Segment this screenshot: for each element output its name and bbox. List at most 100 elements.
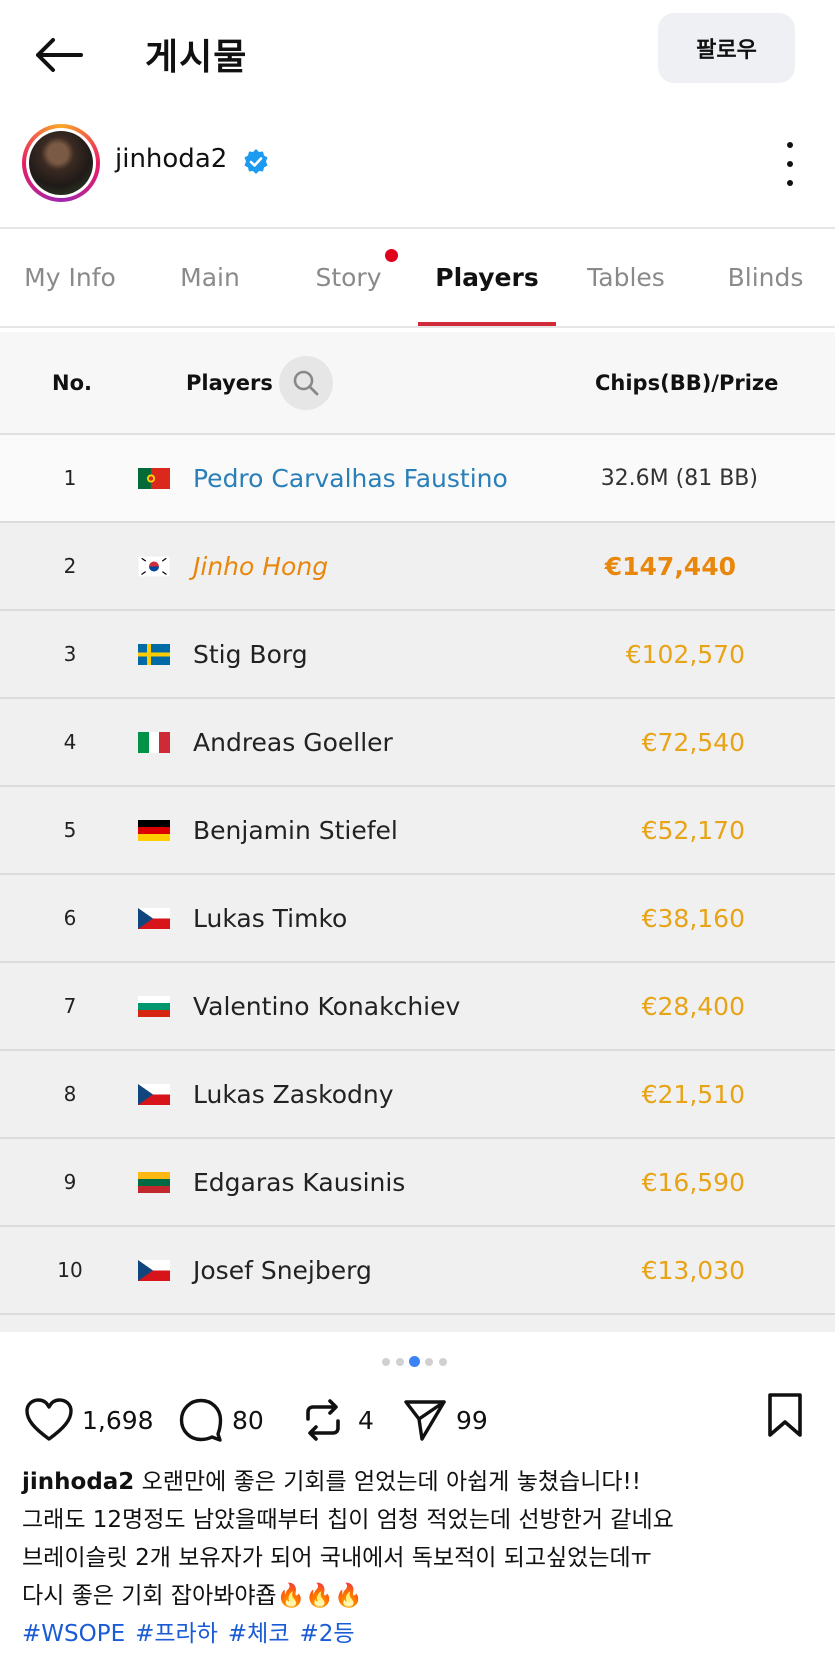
hashtag-link[interactable]: #WSOPE: [22, 1621, 125, 1647]
table-row[interactable]: 2 Jinho Hong €147,440: [0, 523, 835, 611]
row-rank: 4: [63, 730, 77, 754]
search-button[interactable]: [279, 356, 333, 410]
repost-count: 4: [358, 1405, 374, 1435]
table-row[interactable]: 1 Pedro Carvalhas Faustino 32.6M (81 BB): [0, 435, 835, 523]
lithuania-flag-icon: [138, 1172, 170, 1193]
post-caption: jinhoda2 오랜만에 좋은 기회를 얻었는데 아쉽게 놓쳤습니다!! 그래…: [22, 1463, 822, 1653]
row-rank: 2: [63, 554, 77, 578]
bookmark-icon[interactable]: [765, 1392, 805, 1438]
caption-line: jinhoda2 오랜만에 좋은 기회를 얻었는데 아쉽게 놓쳤습니다!!: [22, 1463, 822, 1501]
caption-text: 오랜만에 좋은 기회를 얻었는데 아쉽게 놓쳤습니다!!: [141, 1469, 641, 1495]
repost-icon: [306, 1399, 340, 1441]
hashtag-link[interactable]: #2등: [299, 1621, 354, 1647]
row-rank: 6: [63, 906, 77, 930]
like-button[interactable]: 1,698: [24, 1390, 154, 1450]
post-actions: 1,698 80 4 99: [0, 1390, 835, 1450]
row-rank: 8: [63, 1082, 77, 1106]
row-rank: 1: [63, 466, 77, 490]
notification-dot: [385, 249, 398, 262]
arrow-left-icon: [36, 38, 83, 72]
divider: [0, 326, 835, 328]
tab-blinds[interactable]: Blinds: [696, 229, 835, 326]
search-icon: [293, 370, 319, 396]
share-count: 99: [456, 1405, 488, 1435]
germany-flag-icon: [138, 820, 170, 841]
hashtag-list: #WSOPE #프라하 #체코 #2등: [22, 1615, 822, 1653]
table-row[interactable]: 4 Andreas Goeller €72,540: [0, 699, 835, 787]
tab-main[interactable]: Main: [140, 229, 280, 326]
hashtag-link[interactable]: #체코: [228, 1621, 290, 1647]
row-rank: 9: [63, 1170, 77, 1194]
players-table: No. Players Chips(BB)/Prize 1 Pedro Carv…: [0, 332, 835, 1332]
table-row[interactable]: 3 Stig Borg €102,570: [0, 611, 835, 699]
player-prize: €147,440: [604, 551, 736, 581]
italy-flag-icon: [138, 732, 170, 753]
heart-icon: [25, 1398, 73, 1441]
header-no: No.: [52, 370, 92, 395]
player-name[interactable]: Lukas Timko: [193, 875, 347, 961]
player-name[interactable]: Andreas Goeller: [193, 699, 393, 785]
send-icon: [404, 1400, 446, 1441]
table-row[interactable]: 7 Valentino Konakchiev €28,400: [0, 963, 835, 1051]
header-prize: Chips(BB)/Prize: [595, 370, 779, 395]
player-name[interactable]: Josef Snejberg: [193, 1227, 372, 1313]
caption-username[interactable]: jinhoda2: [22, 1469, 134, 1495]
table-row[interactable]: 10 Josef Snejberg €13,030: [0, 1227, 835, 1315]
player-name[interactable]: Valentino Konakchiev: [193, 963, 460, 1049]
follow-button[interactable]: 팔로우: [658, 13, 795, 83]
top-bar: 게시물 팔로우: [0, 0, 835, 110]
player-name[interactable]: Pedro Carvalhas Faustino: [193, 435, 508, 521]
table-row[interactable]: 6 Lukas Timko €38,160: [0, 875, 835, 963]
table-row[interactable]: 5 Benjamin Stiefel €52,170: [0, 787, 835, 875]
player-prize: €52,170: [641, 815, 745, 845]
author-username[interactable]: jinhoda2: [115, 144, 227, 174]
bulgaria-flag-icon: [138, 996, 170, 1017]
avatar: [29, 131, 93, 195]
repost-button[interactable]: 4: [302, 1390, 374, 1450]
table-row[interactable]: 9 Edgaras Kausinis €16,590: [0, 1139, 835, 1227]
player-prize: €28,400: [641, 991, 745, 1021]
comment-button[interactable]: 80: [178, 1390, 264, 1450]
player-name[interactable]: Stig Borg: [193, 611, 308, 697]
tab-players[interactable]: Players: [418, 229, 556, 326]
tab-my-info[interactable]: My Info: [0, 229, 140, 326]
czech-republic-flag-icon: [138, 908, 170, 929]
header-players: Players: [186, 370, 273, 395]
carousel-dot-active: [409, 1356, 420, 1367]
player-prize: €102,570: [625, 639, 745, 669]
story-ring[interactable]: [22, 124, 100, 202]
tab-story[interactable]: Story: [279, 229, 418, 326]
carousel-dot: [382, 1358, 390, 1366]
row-rank: 5: [63, 818, 77, 842]
player-name[interactable]: Lukas Zaskodny: [193, 1051, 394, 1137]
table-row[interactable]: 8 Lukas Zaskodny €21,510: [0, 1051, 835, 1139]
caption-line: 다시 좋은 기회 잡아봐야죱🔥🔥🔥: [22, 1583, 363, 1609]
carousel-dot: [439, 1358, 447, 1366]
player-name[interactable]: Edgaras Kausinis: [193, 1139, 405, 1225]
carousel-dot: [425, 1358, 433, 1366]
player-prize: €21,510: [641, 1079, 745, 1109]
tab-tables[interactable]: Tables: [556, 229, 696, 326]
comment-icon: [179, 1398, 223, 1442]
player-prize: €16,590: [641, 1167, 745, 1197]
page-title: 게시물: [145, 37, 248, 78]
comment-count: 80: [232, 1405, 264, 1435]
hashtag-link[interactable]: #프라하: [135, 1621, 218, 1647]
verified-badge-icon: [244, 149, 268, 174]
player-prize: €38,160: [641, 903, 745, 933]
player-prize: €13,030: [641, 1255, 745, 1285]
czech-republic-flag-icon: [138, 1260, 170, 1281]
player-prize: 32.6M (81 BB): [600, 465, 758, 491]
czech-republic-flag-icon: [138, 1084, 170, 1105]
south-korea-flag-icon: [138, 556, 170, 577]
more-options-icon[interactable]: [770, 142, 810, 186]
player-name[interactable]: Jinho Hong: [193, 523, 328, 609]
table-header: No. Players Chips(BB)/Prize: [0, 332, 835, 435]
caption-line: 그래도 12명정도 남았을때부터 칩이 엄청 적었는데 선방한거 같네요: [22, 1507, 674, 1533]
row-rank: 3: [63, 642, 77, 666]
player-name[interactable]: Benjamin Stiefel: [193, 787, 398, 873]
back-button[interactable]: [28, 30, 88, 80]
share-button[interactable]: 99: [402, 1390, 488, 1450]
tab-bar: My Info Main Story Players Tables Blinds: [0, 229, 835, 326]
like-count: 1,698: [82, 1405, 154, 1435]
